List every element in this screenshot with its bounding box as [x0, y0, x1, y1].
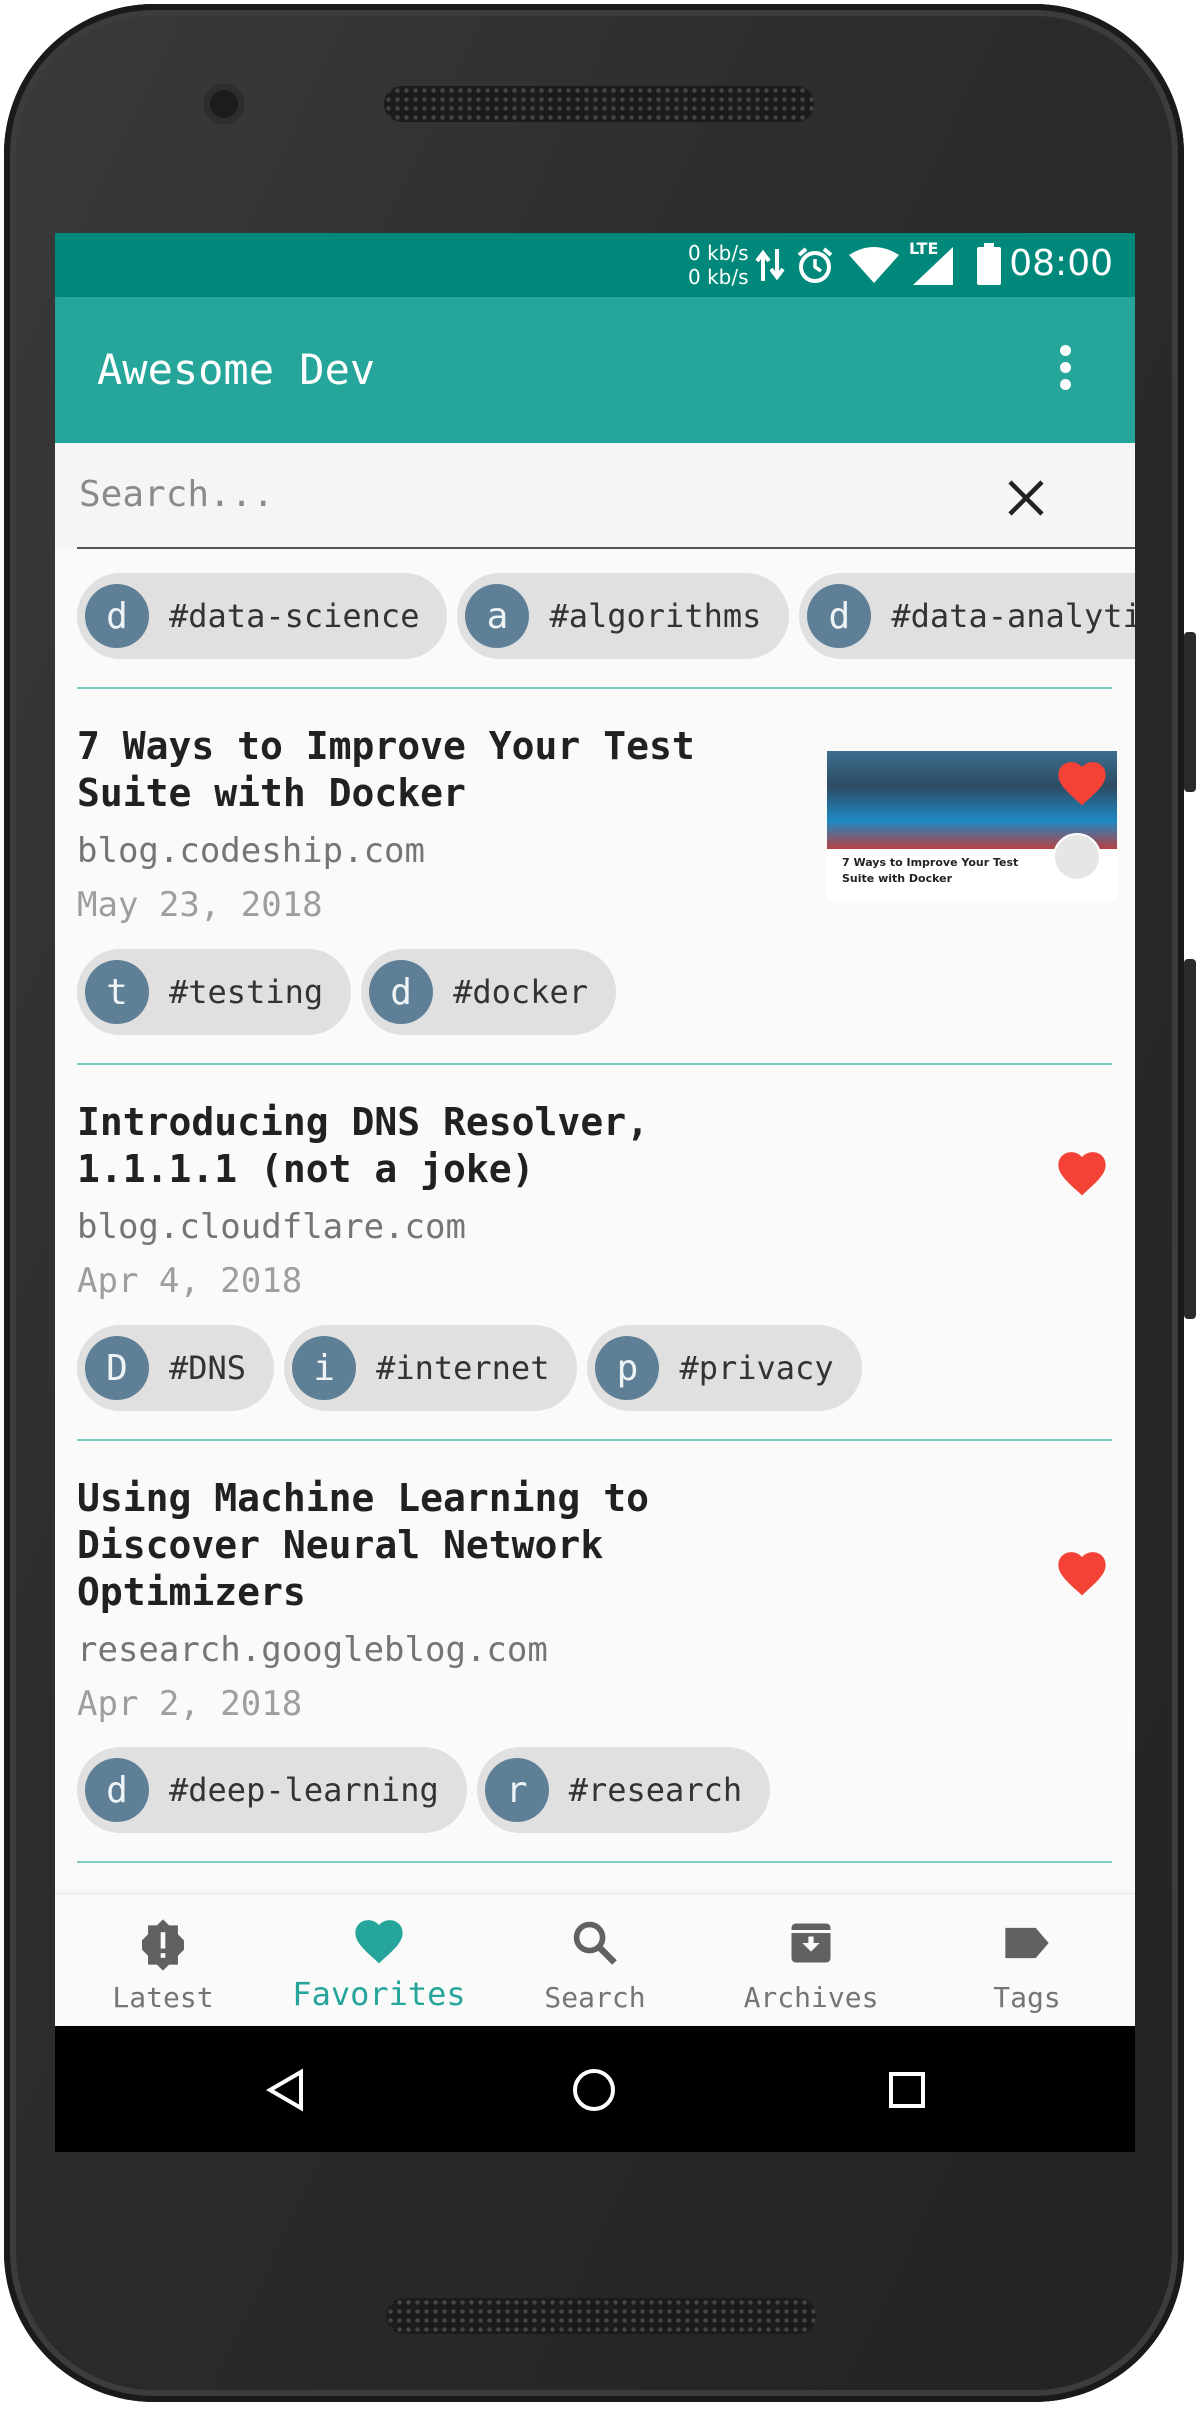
- tag-chip[interactable]: i #internet: [284, 1325, 578, 1411]
- tag-avatar: r: [484, 1758, 549, 1822]
- alert-badge-icon: [142, 1919, 184, 1971]
- search-input[interactable]: [77, 463, 981, 525]
- divider: [77, 1861, 1112, 1863]
- tag-chip[interactable]: d #deep-learning: [77, 1747, 467, 1833]
- tag-avatar: d: [85, 1758, 149, 1822]
- alarm-icon: [797, 247, 833, 283]
- tag-label: #internet: [376, 1349, 550, 1387]
- nav-label: Tags: [993, 1981, 1061, 2014]
- favorite-heart-icon[interactable]: [1053, 1545, 1111, 1597]
- article-tags: D #DNS i #internet p #privacy: [77, 1325, 862, 1411]
- nav-label: Search: [544, 1981, 646, 2014]
- search-bar: [55, 443, 1135, 549]
- article-domain: blog.cloudflare.com: [77, 1207, 466, 1247]
- tag-avatar: i: [292, 1336, 357, 1400]
- article-tags: d #deep-learning r #research: [77, 1747, 771, 1833]
- volume-button: [1184, 632, 1196, 792]
- app-screen: 0 kb/s 0 kb/s LTE 08:00 Awesome Dev Sear…: [55, 233, 1135, 2026]
- search-underline: [77, 547, 1135, 549]
- wifi-icon: [849, 247, 899, 283]
- tag-row-partial: d #data-science a #algorithms d #data-an…: [77, 573, 1135, 659]
- nav-tags[interactable]: Tags: [919, 1895, 1135, 2025]
- more-vert-icon[interactable]: [1055, 345, 1075, 393]
- article-title: Introducing DNS Resolver, 1.1.1.1 (not a…: [77, 1100, 649, 1191]
- network-speed: 0 kb/s 0 kb/s: [688, 241, 749, 289]
- tag-avatar: d: [369, 960, 434, 1024]
- tag-label: #privacy: [679, 1349, 834, 1387]
- tag-label: #docker: [453, 973, 588, 1011]
- nav-label: Latest: [112, 1981, 214, 2014]
- divider: [77, 1439, 1112, 1441]
- article-title: 7 Ways to Improve Your Test Suite with D…: [77, 724, 695, 815]
- tag-chip[interactable]: t #testing: [77, 949, 352, 1035]
- tag-chip[interactable]: d #data-science: [77, 573, 448, 659]
- tag-avatar: d: [85, 584, 149, 648]
- thumbnail-caption: 7 Ways to Improve Your Test Suite with D…: [842, 856, 1019, 885]
- app-title: Awesome Dev: [97, 345, 376, 394]
- cell-signal-icon: [913, 247, 953, 285]
- heart-icon: [355, 1920, 403, 1964]
- nav-label: Favorites: [292, 1975, 466, 2013]
- nav-favorites[interactable]: Favorites: [271, 1895, 487, 2025]
- back-icon[interactable]: [265, 2068, 305, 2112]
- bottom-speaker: [386, 2298, 816, 2334]
- favorite-heart-icon[interactable]: [1053, 1145, 1111, 1197]
- tag-label: #research: [568, 1771, 743, 1809]
- recents-icon[interactable]: [888, 2071, 926, 2109]
- archive-icon: [791, 1923, 831, 1963]
- search-icon: [573, 1921, 617, 1965]
- tag-label: #algorithms: [549, 597, 762, 635]
- earpiece-speaker: [384, 86, 814, 122]
- tag-avatar: t: [85, 960, 149, 1024]
- status-bar: 0 kb/s 0 kb/s LTE 08:00: [55, 233, 1135, 297]
- article-item[interactable]: Using Machine Learning to Discover Neura…: [77, 1475, 1112, 1724]
- tag-avatar: p: [595, 1336, 660, 1400]
- article-date: Apr 2, 2018: [77, 1684, 303, 1724]
- home-icon[interactable]: [570, 2066, 618, 2114]
- bottom-navigation: Latest Favorites Search Archives Tags: [55, 1895, 1135, 2025]
- tag-chip[interactable]: D #DNS: [77, 1325, 275, 1411]
- clock: 08:00: [1009, 243, 1113, 284]
- tag-chip[interactable]: d #docker: [361, 949, 616, 1035]
- article-date: Apr 4, 2018: [77, 1261, 303, 1301]
- close-icon[interactable]: [1007, 479, 1045, 517]
- tag-label: #DNS: [169, 1349, 247, 1387]
- system-nav-bar: [55, 2026, 1135, 2152]
- tag-label: #data-science: [169, 597, 420, 635]
- divider: [77, 1063, 1112, 1065]
- battery-icon: [977, 243, 1001, 285]
- app-bar: Awesome Dev: [55, 297, 1135, 443]
- tag-chip[interactable]: r #research: [476, 1747, 771, 1833]
- favorite-heart-icon[interactable]: [1053, 755, 1111, 807]
- tag-avatar: a: [465, 584, 530, 648]
- front-camera: [204, 84, 244, 124]
- article-item[interactable]: Introducing DNS Resolver, 1.1.1.1 (not a…: [77, 1099, 1112, 1301]
- nav-search[interactable]: Search: [487, 1895, 703, 2025]
- divider: [77, 687, 1112, 689]
- nav-label: Archives: [743, 1981, 879, 2014]
- tag-avatar: d: [807, 584, 872, 648]
- article-domain: research.googleblog.com: [77, 1630, 548, 1670]
- tag-chip[interactable]: a #algorithms: [457, 573, 790, 659]
- label-icon: [1005, 1927, 1049, 1959]
- nav-latest[interactable]: Latest: [55, 1895, 271, 2025]
- data-arrows-icon: [755, 249, 785, 281]
- author-avatar: [1053, 833, 1101, 881]
- article-title: Using Machine Learning to Discover Neura…: [77, 1476, 649, 1614]
- tag-avatar: D: [85, 1336, 149, 1400]
- power-button: [1184, 959, 1196, 1319]
- tag-chip[interactable]: d #data-analytics: [799, 573, 1135, 659]
- nav-archives[interactable]: Archives: [703, 1895, 919, 2025]
- article-tags: t #testing d #docker: [77, 949, 616, 1035]
- tag-label: #testing: [169, 973, 324, 1011]
- tag-chip[interactable]: p #privacy: [587, 1325, 862, 1411]
- tag-label: #data-analytics: [891, 597, 1135, 635]
- tag-label: #deep-learning: [169, 1771, 439, 1809]
